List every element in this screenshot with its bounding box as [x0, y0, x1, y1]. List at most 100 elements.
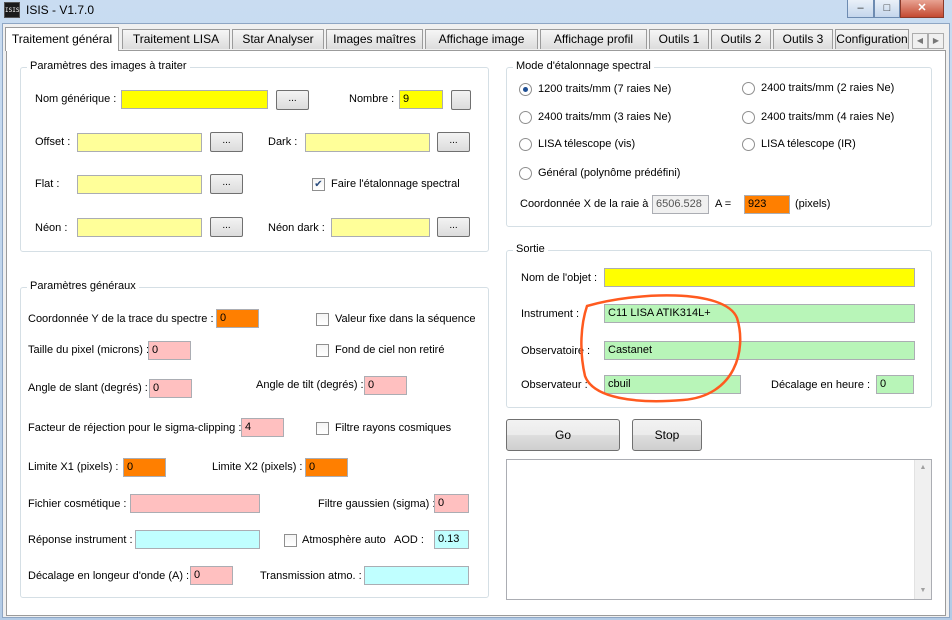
option-2400-2-label: 2400 traits/mm (2 raies Ne)	[761, 82, 895, 94]
neon-dark-input[interactable]	[331, 218, 430, 237]
app-window: ISIS ISIS - V1.7.0 – □ ✕ Traitement géné…	[0, 0, 952, 620]
fond-ciel-checkbox[interactable]	[316, 344, 329, 357]
tab-outils-1[interactable]: Outils 1	[649, 29, 709, 49]
option-1200-7-label: 1200 traits/mm (7 raies Ne)	[538, 83, 672, 95]
dark-input[interactable]	[305, 133, 430, 152]
gaussien-label: Filtre gaussien (sigma) :	[318, 498, 436, 510]
cosmetique-input[interactable]	[130, 494, 260, 513]
flat-input[interactable]	[77, 175, 202, 194]
option-2400-4-label: 2400 traits/mm (4 raies Ne)	[761, 111, 895, 123]
objet-label: Nom de l'objet :	[521, 272, 598, 284]
coord-y-input[interactable]: 0	[216, 309, 259, 328]
tab-outils-2[interactable]: Outils 2	[711, 29, 771, 49]
dark-browse-button[interactable]: ...	[437, 132, 470, 152]
radio-lisa-vis[interactable]	[519, 138, 532, 151]
tab-star-analyser[interactable]: Star Analyser	[232, 29, 324, 49]
nom-generique-input[interactable]	[121, 90, 268, 109]
valeur-fixe-checkbox[interactable]	[316, 313, 329, 326]
fond-ciel-label: Fond de ciel non retiré	[335, 344, 445, 356]
neon-dark-browse-button[interactable]: ...	[437, 217, 470, 237]
decalage-lambda-label: Décalage en longeur d'onde (A) :	[28, 570, 190, 582]
offset-label: Offset :	[35, 136, 71, 148]
radio-2400-2[interactable]	[742, 82, 755, 95]
offset-browse-button[interactable]: ...	[210, 132, 243, 152]
tab-outils-3[interactable]: Outils 3	[773, 29, 833, 49]
tab-scroll-right-icon[interactable]: ▶	[928, 33, 944, 49]
gaussien-input[interactable]: 0	[434, 494, 469, 513]
sortie-group-title: Sortie	[513, 243, 548, 255]
tab-images-maitres[interactable]: Images maîtres	[326, 29, 423, 49]
a-equals-label: A =	[715, 198, 732, 210]
tab-affichage-profil[interactable]: Affichage profil	[540, 29, 647, 49]
valeur-fixe-label: Valeur fixe dans la séquence	[335, 313, 476, 325]
neon-label: Néon :	[35, 222, 68, 234]
nom-generique-label: Nom générique :	[35, 93, 117, 105]
radio-1200-7[interactable]	[519, 83, 532, 96]
radio-2400-3[interactable]	[519, 111, 532, 124]
option-lisa-ir-label: LISA télescope (IR)	[761, 138, 856, 150]
objet-input[interactable]	[604, 268, 915, 287]
scroll-down-icon[interactable]: ▼	[915, 583, 931, 599]
reponse-label: Réponse instrument :	[28, 534, 133, 546]
general-group-title: Paramètres généraux	[27, 280, 139, 292]
tab-affichage-image[interactable]: Affichage image	[425, 29, 538, 49]
decalage-heure-input[interactable]: 0	[876, 375, 914, 394]
go-button[interactable]: Go	[506, 419, 620, 451]
transmission-input[interactable]	[364, 566, 469, 585]
aod-input[interactable]: 0.13	[434, 530, 469, 549]
neon-browse-button[interactable]: ...	[210, 217, 243, 237]
a-pixels-input[interactable]: 923	[744, 195, 790, 214]
nom-generique-browse-button[interactable]: ...	[276, 90, 309, 110]
aod-label: AOD :	[394, 534, 424, 546]
coord-y-label: Coordonnée Y de la trace du spectre :	[28, 313, 214, 325]
slant-input[interactable]: 0	[149, 379, 192, 398]
pixels-unit-label: (pixels)	[795, 198, 831, 210]
close-button[interactable]: ✕	[900, 0, 944, 18]
radio-general[interactable]	[519, 167, 532, 180]
etalonnage-checkbox[interactable]: ✔	[312, 178, 325, 191]
radio-lisa-ir[interactable]	[742, 138, 755, 151]
tab-configuration[interactable]: Configuration	[835, 29, 909, 49]
flat-browse-button[interactable]: ...	[210, 174, 243, 194]
stop-button[interactable]: Stop	[632, 419, 702, 451]
minimize-button[interactable]: –	[847, 0, 874, 18]
dark-label: Dark :	[268, 136, 298, 148]
output-log[interactable]: ▲ ▼	[506, 459, 932, 600]
isis-app-icon: ISIS	[4, 2, 20, 18]
atmosphere-checkbox[interactable]	[284, 534, 297, 547]
reponse-input[interactable]	[135, 530, 260, 549]
tilt-input[interactable]: 0	[364, 376, 407, 395]
limite-x2-input[interactable]: 0	[305, 458, 348, 477]
nombre-input[interactable]: 9	[399, 90, 443, 109]
sigma-input[interactable]: 4	[241, 418, 284, 437]
cosmetique-label: Fichier cosmétique :	[28, 498, 127, 510]
decalage-lambda-input[interactable]: 0	[190, 566, 233, 585]
taille-pixel-input[interactable]: 0	[148, 341, 191, 360]
etalonnage-label: Faire l'étalonnage spectral	[331, 178, 460, 190]
tab-scroll-left-icon[interactable]: ◀	[912, 33, 928, 49]
atmosphere-label: Atmosphère auto	[302, 534, 386, 546]
transmission-label: Transmission atmo. :	[260, 570, 362, 582]
taille-pixel-label: Taille du pixel (microns) :	[28, 344, 150, 356]
sigma-label: Facteur de réjection pour le sigma-clipp…	[28, 422, 242, 434]
output-scrollbar[interactable]: ▲ ▼	[914, 460, 931, 599]
limite-x2-label: Limite X2 (pixels) :	[212, 461, 303, 473]
maximize-button[interactable]: □	[874, 0, 900, 18]
nombre-button[interactable]	[451, 90, 471, 110]
coord-x-input[interactable]: 6506.528	[652, 195, 709, 214]
offset-input[interactable]	[77, 133, 202, 152]
window-title: ISIS - V1.7.0	[26, 3, 95, 17]
title-bar[interactable]: ISIS ISIS - V1.7.0 – □ ✕	[0, 0, 952, 22]
slant-label: Angle de slant (degrés) :	[28, 382, 148, 394]
coord-x-label: Coordonnée X de la raie à	[520, 198, 649, 210]
tab-traitement-lisa[interactable]: Traitement LISA	[122, 29, 230, 49]
tab-traitement-general[interactable]: Traitement général	[5, 27, 119, 51]
instrument-label: Instrument :	[521, 308, 580, 320]
scroll-up-icon[interactable]: ▲	[915, 460, 931, 476]
filtre-cosmiques-checkbox[interactable]	[316, 422, 329, 435]
nombre-label: Nombre :	[349, 93, 395, 105]
annotation-ellipse-stroke	[580, 294, 742, 403]
neon-input[interactable]	[77, 218, 202, 237]
radio-2400-4[interactable]	[742, 111, 755, 124]
limite-x1-input[interactable]: 0	[123, 458, 166, 477]
